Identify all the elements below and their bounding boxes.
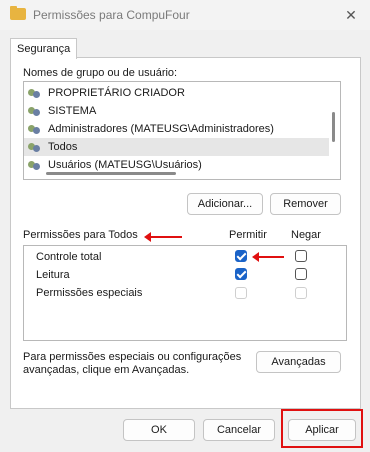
- user-group-icon: [28, 159, 42, 171]
- deny-read-checkbox[interactable]: [295, 268, 307, 280]
- folder-icon: [10, 6, 26, 20]
- user-group-icon: [28, 141, 42, 153]
- horizontal-scrollbar[interactable]: [46, 172, 176, 175]
- window-title: Permissões para CompuFour: [33, 8, 190, 22]
- annotation-highlight-box: [281, 409, 363, 448]
- advanced-text-line2: avançadas, clique em Avançadas.: [23, 364, 190, 376]
- ok-button[interactable]: OK: [123, 419, 195, 441]
- allow-read-checkbox[interactable]: [235, 268, 247, 280]
- annotation-arrow: [252, 252, 284, 262]
- list-item[interactable]: Administradores (MATEUSG\Administradores…: [24, 120, 329, 138]
- deny-full-control-checkbox[interactable]: [295, 250, 307, 262]
- deny-special-checkbox: [295, 287, 307, 299]
- user-group-icon: [28, 87, 42, 99]
- allow-special-checkbox: [235, 287, 247, 299]
- permission-row-label: Leitura: [36, 269, 70, 281]
- close-button[interactable]: ✕: [340, 4, 362, 26]
- allow-full-control-checkbox[interactable]: [235, 250, 247, 262]
- deny-header: Negar: [291, 229, 321, 241]
- list-item-selected[interactable]: Todos: [24, 138, 329, 156]
- permission-row-label: Permissões especiais: [36, 287, 143, 299]
- allow-header: Permitir: [229, 229, 267, 241]
- vertical-scrollbar[interactable]: [332, 112, 335, 142]
- list-item-label: PROPRIETÁRIO CRIADOR: [48, 87, 185, 99]
- advanced-text-line1: Para permissões especiais ou configuraçõ…: [23, 351, 242, 363]
- list-item[interactable]: PROPRIETÁRIO CRIADOR: [24, 84, 329, 102]
- permission-row-label: Controle total: [36, 251, 102, 263]
- remove-button[interactable]: Remover: [270, 193, 341, 215]
- permissions-label: Permissões para Todos: [23, 229, 138, 241]
- add-button[interactable]: Adicionar...: [187, 193, 263, 215]
- user-group-icon: [28, 123, 42, 135]
- annotation-arrow: [144, 232, 182, 242]
- advanced-button[interactable]: Avançadas: [256, 351, 341, 373]
- users-label: Nomes de grupo ou de usuário:: [23, 67, 178, 79]
- list-item-label: Todos: [48, 141, 78, 153]
- user-group-icon: [28, 105, 42, 117]
- tab-security[interactable]: Segurança: [10, 38, 77, 59]
- tab-label: Segurança: [17, 43, 71, 55]
- users-list[interactable]: PROPRIETÁRIO CRIADOR SISTEMA Administrad…: [23, 81, 341, 180]
- cancel-button[interactable]: Cancelar: [203, 419, 275, 441]
- list-item-label: Usuários (MATEUSG\Usuários): [48, 159, 202, 171]
- list-item[interactable]: SISTEMA: [24, 102, 329, 120]
- list-item-label: SISTEMA: [48, 105, 97, 117]
- list-item-label: Administradores (MATEUSG\Administradores…: [48, 123, 274, 135]
